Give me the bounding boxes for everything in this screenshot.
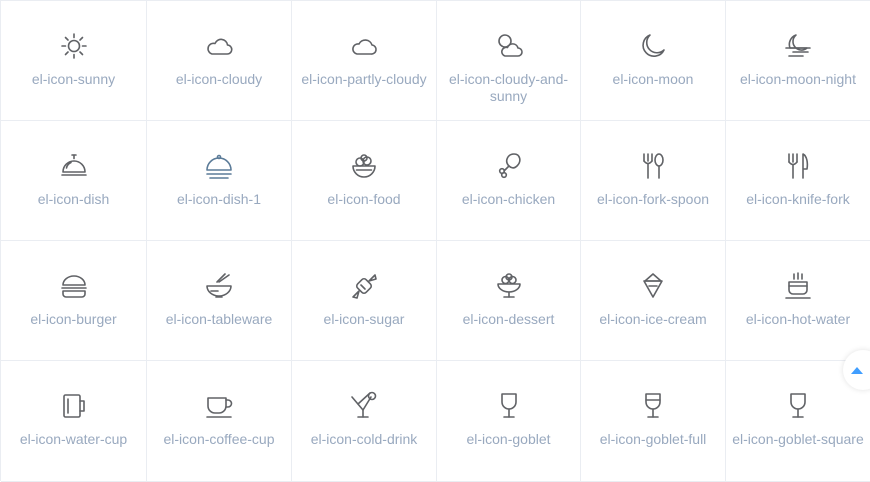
icon-label: el-icon-burger bbox=[30, 311, 117, 327]
icon-label: el-icon-water-cup bbox=[19, 431, 128, 447]
icon-cell-food[interactable]: el-icon-food bbox=[292, 121, 437, 241]
ice-cream-icon bbox=[643, 273, 663, 298]
icon-cell-tableware[interactable]: el-icon-tableware bbox=[147, 241, 292, 361]
fork-spoon-icon bbox=[643, 153, 664, 179]
sunny-icon bbox=[60, 33, 87, 59]
icon-cell-dessert[interactable]: el-icon-dessert bbox=[437, 241, 581, 361]
partly-cloudy-icon bbox=[352, 39, 377, 55]
icon-label: el-icon-cloudy-and-sunny bbox=[448, 71, 569, 104]
chicken-icon bbox=[498, 153, 521, 179]
icon-cell-cloudy[interactable]: el-icon-cloudy bbox=[147, 1, 292, 121]
icon-label: el-icon-ice-cream bbox=[599, 311, 707, 327]
icon-cell-dish[interactable]: el-icon-dish bbox=[1, 121, 147, 241]
icon-cell-partly-cloudy[interactable]: el-icon-partly-cloudy bbox=[292, 1, 437, 121]
icon-cell-chicken[interactable]: el-icon-chicken bbox=[437, 121, 581, 241]
icon-label: el-icon-tableware bbox=[165, 311, 273, 327]
caret-top-icon bbox=[851, 366, 863, 374]
icon-cell-knife-fork[interactable]: el-icon-knife-fork bbox=[726, 121, 870, 241]
icon-cell-ice-cream[interactable]: el-icon-ice-cream bbox=[581, 241, 726, 361]
icon-label: el-icon-chicken bbox=[461, 191, 556, 207]
icon-cell-goblet-full[interactable]: el-icon-goblet-full bbox=[581, 361, 726, 482]
knife-fork-icon bbox=[788, 153, 809, 179]
dish-1-icon bbox=[206, 154, 232, 179]
icon-label: el-icon-sugar bbox=[323, 311, 405, 327]
hot-water-icon bbox=[785, 272, 811, 299]
icon-cell-cold-drink[interactable]: el-icon-cold-drink bbox=[292, 361, 437, 482]
cold-drink-icon bbox=[351, 391, 377, 418]
icon-label: el-icon-dish bbox=[37, 191, 110, 207]
icon-label: el-icon-moon bbox=[612, 71, 694, 87]
sugar-icon bbox=[352, 274, 377, 299]
dish-icon bbox=[60, 154, 87, 176]
water-cup-icon bbox=[62, 394, 85, 418]
icon-cell-hot-water[interactable]: el-icon-hot-water bbox=[726, 241, 870, 361]
icon-label: el-icon-moon-night bbox=[740, 71, 856, 87]
icon-cell-water-cup[interactable]: el-icon-water-cup bbox=[1, 361, 147, 482]
icon-cell-moon[interactable]: el-icon-moon bbox=[581, 1, 726, 121]
goblet-full-icon bbox=[645, 393, 661, 418]
icon-label: el-icon-knife-fork bbox=[746, 191, 850, 207]
icon-cell-burger[interactable]: el-icon-burger bbox=[1, 241, 147, 361]
icon-label: el-icon-hot-water bbox=[745, 311, 851, 327]
icon-label: el-icon-goblet-square bbox=[732, 431, 864, 447]
cloudy-and-sunny-icon bbox=[497, 34, 523, 57]
icon-grid: el-icon-sunny el-icon-cloudy el-icon-par… bbox=[0, 0, 870, 482]
burger-icon bbox=[60, 275, 87, 298]
dessert-icon bbox=[496, 273, 521, 298]
icon-cell-sugar[interactable]: el-icon-sugar bbox=[292, 241, 437, 361]
icon-cell-sunny[interactable]: el-icon-sunny bbox=[1, 1, 147, 121]
icon-label: el-icon-food bbox=[327, 191, 401, 207]
icon-cell-moon-night[interactable]: el-icon-moon-night bbox=[726, 1, 870, 121]
coffee-cup-icon bbox=[206, 397, 233, 418]
food-icon bbox=[352, 154, 376, 178]
icon-label: el-icon-goblet bbox=[466, 431, 551, 447]
icon-label: el-icon-fork-spoon bbox=[596, 191, 710, 207]
icon-label: el-icon-coffee-cup bbox=[163, 431, 275, 447]
icon-cell-goblet[interactable]: el-icon-goblet bbox=[437, 361, 581, 482]
goblet-square-icon bbox=[790, 393, 806, 418]
moon-night-icon bbox=[785, 34, 811, 57]
icon-label: el-icon-cloudy bbox=[175, 71, 263, 87]
icon-label: el-icon-goblet-full bbox=[599, 431, 707, 447]
goblet-icon bbox=[500, 393, 517, 418]
icon-cell-fork-spoon[interactable]: el-icon-fork-spoon bbox=[581, 121, 726, 241]
icon-label: el-icon-sunny bbox=[31, 71, 116, 87]
cloudy-icon bbox=[207, 38, 233, 55]
icon-label: el-icon-partly-cloudy bbox=[301, 71, 427, 87]
icon-cell-cloudy-and-sunny[interactable]: el-icon-cloudy-and-sunny bbox=[437, 1, 581, 121]
tableware-icon bbox=[206, 273, 232, 298]
icon-label: el-icon-dish-1 bbox=[176, 191, 262, 207]
moon-icon bbox=[642, 34, 665, 57]
icon-label: el-icon-dessert bbox=[462, 311, 555, 327]
icon-cell-dish-1[interactable]: el-icon-dish-1 bbox=[147, 121, 292, 241]
icon-cell-coffee-cup[interactable]: el-icon-coffee-cup bbox=[147, 361, 292, 482]
icon-label: el-icon-cold-drink bbox=[310, 431, 418, 447]
